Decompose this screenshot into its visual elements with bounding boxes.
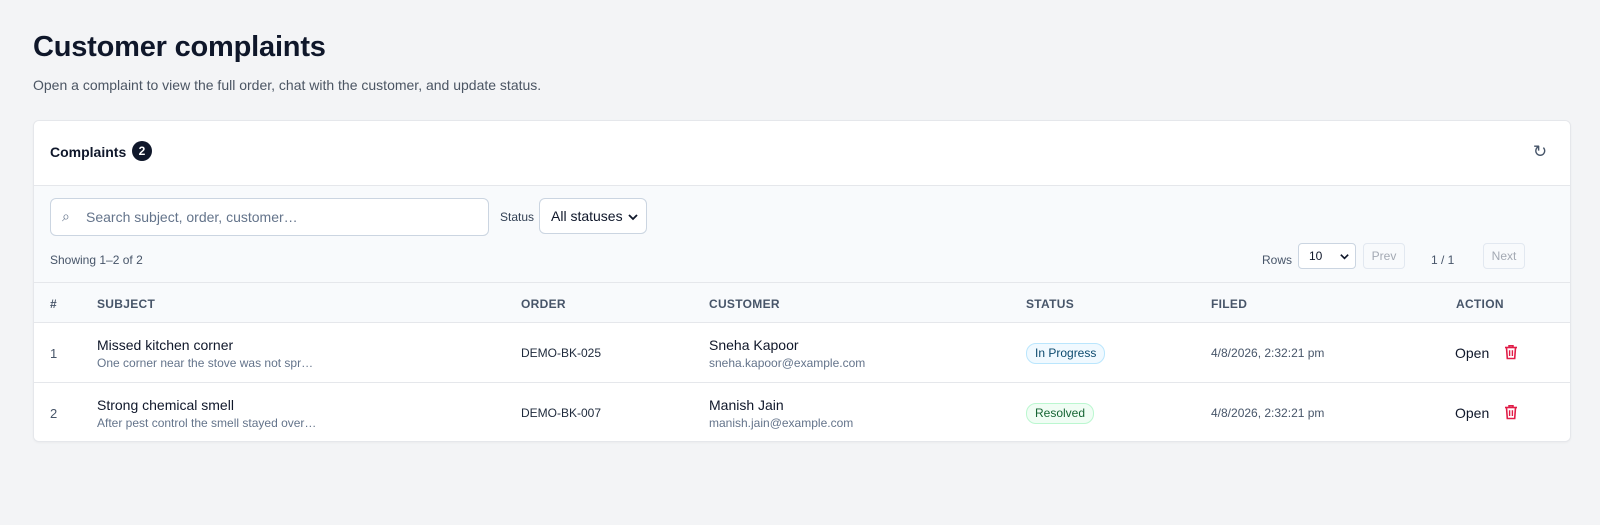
status-badge: In Progress	[1026, 343, 1106, 364]
toolbar: ⌕ Status All statuses Showing 1–2 of 2 R…	[34, 186, 1570, 283]
rows-per-page-select[interactable]: 10	[1298, 243, 1356, 269]
status-cell: Resolved	[1026, 403, 1095, 424]
prev-page-button[interactable]: Prev	[1363, 243, 1405, 269]
column-header-order[interactable]: ORDER	[521, 297, 566, 311]
complaint-subject: Missed kitchen corner	[97, 337, 234, 353]
status-filter-select[interactable]: All statuses	[539, 198, 647, 234]
open-complaint-button[interactable]: Open	[1455, 405, 1489, 421]
column-header-num[interactable]: #	[50, 297, 57, 311]
showing-count: Showing 1–2 of 2	[50, 253, 143, 267]
card-header: Complaints 2 ↻	[34, 121, 1570, 186]
customer-name: Manish Jain	[709, 397, 784, 413]
row-number: 2	[50, 406, 58, 421]
card-title: Complaints	[50, 144, 127, 160]
status-filter-value: All statuses	[551, 208, 623, 224]
page-title: Customer complaints	[33, 31, 326, 63]
status-badge: Resolved	[1026, 403, 1095, 424]
refresh-icon[interactable]: ↻	[1528, 140, 1552, 164]
search-input[interactable]	[86, 199, 481, 235]
column-header-action: ACTION	[1456, 297, 1504, 311]
column-header-status[interactable]: STATUS	[1026, 297, 1074, 311]
trash-icon[interactable]	[1504, 404, 1518, 420]
page-indicator: 1 / 1	[1431, 253, 1455, 267]
complaints-card: Complaints 2 ↻ ⌕ Status All statuses Sho…	[33, 120, 1571, 442]
column-header-customer[interactable]: CUSTOMER	[709, 297, 780, 311]
status-filter-label: Status	[500, 210, 535, 224]
column-header-subject[interactable]: SUBJECT	[97, 297, 155, 311]
open-complaint-button[interactable]: Open	[1455, 345, 1489, 361]
column-header-filed[interactable]: FILED	[1211, 297, 1247, 311]
complaint-preview: After pest control the smell stayed over…	[97, 416, 317, 430]
status-cell: In Progress	[1026, 343, 1106, 364]
trash-icon[interactable]	[1504, 344, 1518, 360]
order-id: DEMO-BK-025	[521, 346, 602, 360]
search-icon: ⌕	[62, 208, 70, 224]
table-row[interactable]: 1 Missed kitchen corner One corner near …	[34, 323, 1570, 383]
page-subtitle: Open a complaint to view the full order,…	[33, 77, 542, 93]
chevron-down-icon	[1340, 254, 1349, 260]
order-id: DEMO-BK-007	[521, 406, 602, 420]
customer-name: Sneha Kapoor	[709, 337, 799, 353]
count-badge: 2	[132, 141, 152, 161]
row-number: 1	[50, 346, 58, 361]
rows-per-page-label: Rows	[1262, 253, 1293, 267]
next-page-button[interactable]: Next	[1483, 243, 1525, 269]
customer-email: manish.jain@example.com	[709, 416, 854, 430]
search-box: ⌕	[50, 198, 489, 236]
rows-per-page-value: 10	[1309, 249, 1323, 263]
filed-date: 4/8/2026, 2:32:21 pm	[1211, 346, 1325, 360]
table-row[interactable]: 2 Strong chemical smell After pest contr…	[34, 383, 1570, 441]
customer-email: sneha.kapoor@example.com	[709, 356, 866, 370]
filed-date: 4/8/2026, 2:32:21 pm	[1211, 406, 1325, 420]
table-header: # SUBJECT ORDER CUSTOMER STATUS FILED AC…	[34, 283, 1570, 323]
chevron-down-icon	[628, 214, 638, 221]
complaint-subject: Strong chemical smell	[97, 397, 234, 413]
complaint-preview: One corner near the stove was not spr…	[97, 356, 314, 370]
